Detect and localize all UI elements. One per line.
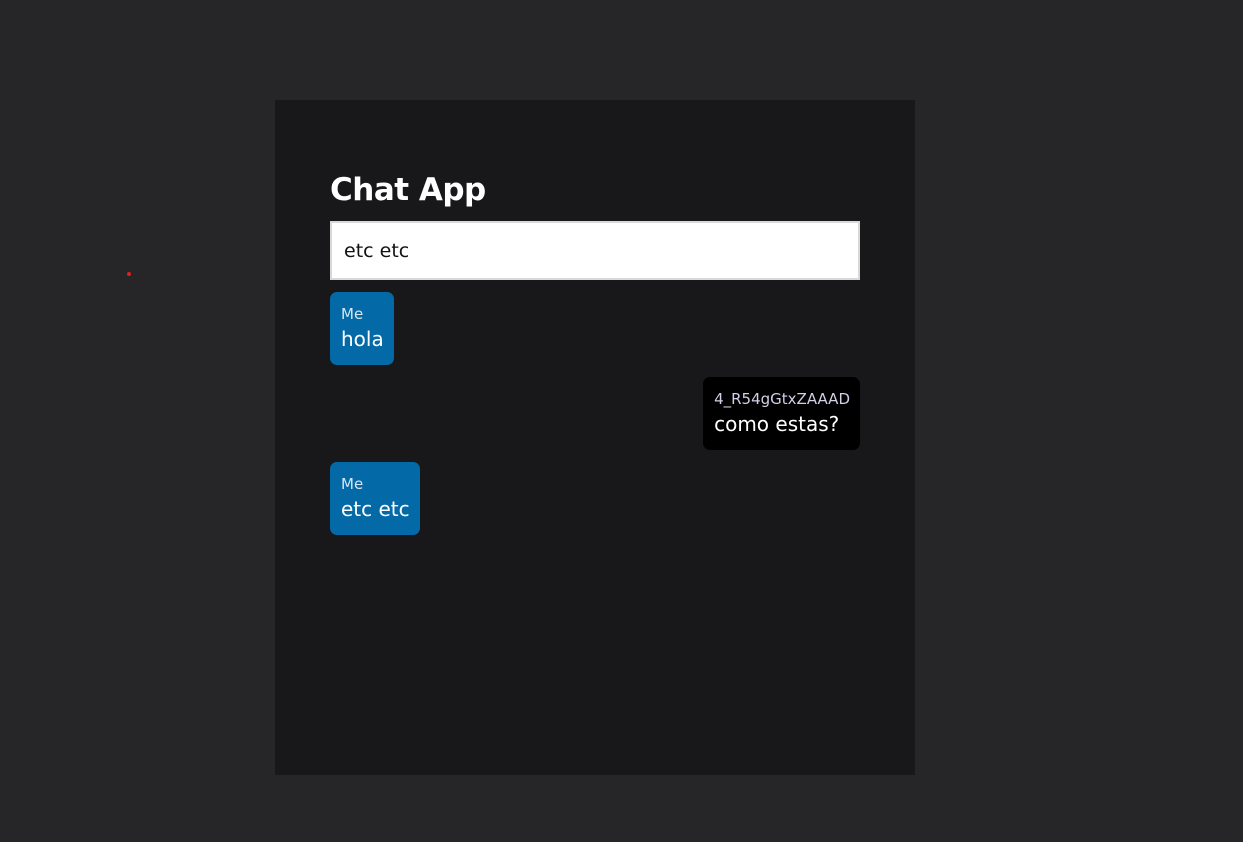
message-bubble-other: 4_R54gGtxZAAAD como estas? (703, 377, 860, 450)
message-bubble-mine: Me etc etc (330, 462, 420, 535)
message-sender: Me (341, 475, 364, 493)
message-text: etc etc (341, 497, 410, 521)
cursor-dot (127, 272, 131, 276)
message-input[interactable] (330, 221, 860, 280)
message-text: hola (341, 327, 384, 351)
message-sender: Me (341, 305, 364, 323)
message-bubble-mine: Me hola (330, 292, 394, 365)
message-text: como estas? (714, 412, 840, 436)
message-list: Me hola 4_R54gGtxZAAAD como estas? Me et… (330, 292, 860, 535)
message-sender: 4_R54gGtxZAAAD (714, 390, 850, 408)
chat-panel: Chat App Me hola 4_R54gGtxZAAAD como est… (275, 100, 915, 775)
page-title: Chat App (330, 172, 486, 208)
